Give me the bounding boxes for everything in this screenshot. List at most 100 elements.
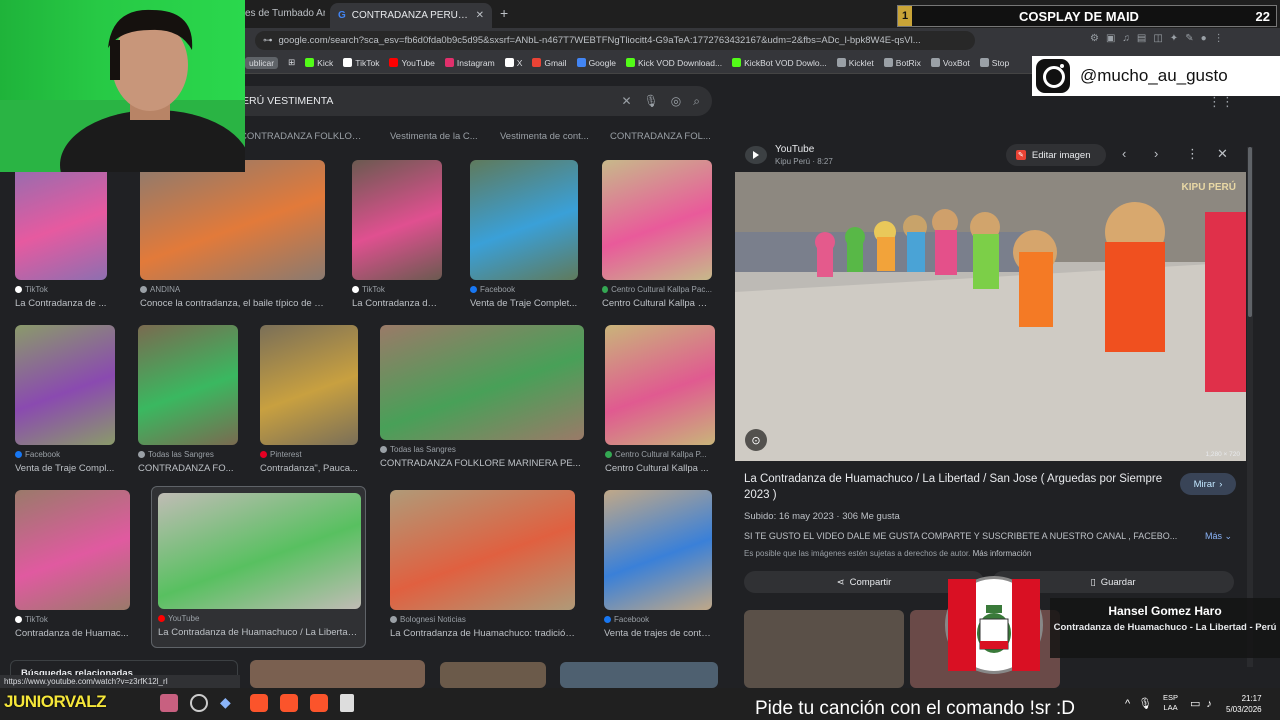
address-bar[interactable]: ⊶ google.com/search?sca_esv=fb6d0fda0b9c… — [255, 31, 975, 50]
result-card[interactable]: TikTok La Contradanza de ... — [15, 160, 107, 320]
result-thumbnail[interactable] — [15, 325, 115, 445]
clear-icon[interactable]: ✕ — [621, 94, 631, 108]
language-indicator[interactable]: ESP LAA — [1163, 693, 1178, 713]
bookmark-kicklet[interactable]: Kicklet — [836, 58, 874, 68]
result-card[interactable]: TikTok La Contradanza de Hua... — [352, 160, 442, 320]
preview-image[interactable]: KIPU PERÚ 1,280 × 720 ⊙ — [735, 172, 1246, 461]
result-title[interactable]: Venta de trajes de contra... — [604, 628, 712, 639]
result-card[interactable]: Facebook Venta de Traje Complet... — [470, 160, 578, 320]
preview-title[interactable]: La Contradanza de Huamachuco / La Libert… — [744, 471, 1164, 503]
result-title[interactable]: Conoce la contradanza, el baile típico d… — [140, 298, 325, 309]
bookmark-instagram[interactable]: Instagram — [444, 58, 495, 68]
close-tab-icon[interactable]: ✕ — [476, 10, 484, 21]
result-title[interactable]: La Contradanza de Huamachuco / La Libert… — [158, 627, 361, 638]
visit-button[interactable]: Mirar › — [1180, 473, 1236, 495]
result-card[interactable]: Pinterest Contradanza", Pauca... — [260, 325, 358, 485]
search-box[interactable]: ERÚ VESTIMENTA ✕ 🎙 ◎ ⌕ — [220, 86, 712, 116]
top-row-title-1[interactable]: CONTRADANZA FOLKLORE M... — [240, 131, 365, 142]
bookmark-kickbot[interactable]: KickBot VOD Dowlo... — [732, 58, 827, 68]
related-image-3[interactable] — [560, 662, 718, 688]
lens-icon[interactable]: ◎ — [671, 94, 681, 108]
result-title[interactable]: Venta de Traje Complet... — [470, 298, 578, 309]
result-thumbnail[interactable] — [602, 160, 712, 280]
result-title[interactable]: La Contradanza de ... — [15, 298, 107, 309]
related-image-2[interactable] — [440, 662, 546, 688]
tab-previous[interactable]: es de Tumbado Argen — [245, 8, 325, 19]
result-title[interactable]: La Contradanza de Huamachuco: tradición … — [390, 628, 575, 639]
mic-icon[interactable]: 🎙 — [644, 94, 659, 108]
bookmark-google[interactable]: Google — [576, 58, 616, 68]
brave-icon[interactable] — [310, 694, 328, 712]
top-row-title-3[interactable]: Vestimenta de cont... — [500, 131, 590, 142]
bookmark-x[interactable]: X — [504, 58, 522, 68]
result-title[interactable]: Contradanza de Huamac... — [15, 628, 130, 639]
apps-grid-icon[interactable]: ⋮⋮ — [1208, 94, 1234, 110]
related-preview-1[interactable] — [744, 610, 904, 688]
app-avatar-icon[interactable] — [160, 694, 178, 712]
more-options-icon[interactable]: ⋮ — [1186, 146, 1199, 162]
result-thumbnail[interactable] — [380, 325, 584, 440]
bookmark-kick-vod[interactable]: Kick VOD Download... — [625, 58, 722, 68]
related-image-1[interactable] — [250, 660, 425, 688]
app-diamond-icon[interactable]: ◆ — [220, 694, 238, 712]
tray-icons[interactable]: ^🎙 — [1125, 697, 1160, 710]
result-card[interactable]: Todas las Sangres CONTRADANZA FO... — [138, 325, 238, 485]
result-card[interactable]: YouTube La Contradanza de Huamachuco / La… — [151, 486, 366, 648]
result-title[interactable]: CONTRADANZA FOLKLORE MARINERA PE... — [380, 458, 584, 469]
panel-scrollbar[interactable] — [1247, 147, 1253, 667]
result-thumbnail[interactable] — [390, 490, 575, 610]
result-title[interactable]: CONTRADANZA FO... — [138, 463, 238, 474]
result-thumbnail[interactable] — [15, 160, 107, 280]
clock[interactable]: 21:17 5/03/2026 — [1226, 693, 1262, 715]
result-thumbnail[interactable] — [15, 490, 130, 610]
prev-icon[interactable]: ‹ — [1122, 146, 1126, 161]
network-volume-icons[interactable]: ▭♪ — [1190, 697, 1218, 710]
more-button[interactable]: Más ⌄ — [1205, 531, 1232, 542]
bookmark-publicar[interactable]: ublicar — [245, 56, 279, 69]
result-thumbnail[interactable] — [352, 160, 442, 280]
result-title[interactable]: Centro Cultural Kallpa ... — [605, 463, 715, 474]
bookmark-tiktok[interactable]: TikTok — [343, 58, 379, 68]
result-title[interactable]: La Contradanza de Hua... — [352, 298, 442, 309]
result-thumbnail[interactable] — [158, 493, 361, 609]
result-thumbnail[interactable] — [604, 490, 712, 610]
lens-icon[interactable]: ⊙ — [745, 429, 767, 451]
site-info-icon[interactable]: ⊶ — [263, 35, 273, 46]
bookmark-botrix[interactable]: BotRix — [883, 58, 921, 68]
result-title[interactable]: Contradanza", Pauca... — [260, 463, 358, 474]
edit-image-button[interactable]: ✎ Editar imagen — [1006, 144, 1106, 166]
close-icon[interactable]: ✕ — [1217, 146, 1228, 162]
bookmark-voxbot[interactable]: VoxBot — [930, 58, 970, 68]
result-card[interactable]: TikTok Contradanza de Huamac... — [15, 490, 130, 650]
brave-icon[interactable] — [280, 694, 298, 712]
search-icon[interactable]: ⌕ — [693, 94, 700, 109]
tab-active[interactable]: G CONTRADANZA PERÚ VESTIMEN ✕ — [330, 3, 492, 28]
result-card[interactable]: Todas las Sangres CONTRADANZA FOLKLORE MA… — [380, 325, 584, 480]
apps-icon[interactable]: ⊞ — [288, 57, 295, 68]
bookmark-youtube[interactable]: YouTube — [389, 58, 435, 68]
more-info-link[interactable]: Más información — [973, 549, 1032, 558]
result-card[interactable]: Facebook Venta de Traje Compl... — [15, 325, 115, 485]
brave-icon[interactable] — [250, 694, 268, 712]
obs-icon[interactable] — [190, 694, 208, 712]
result-card[interactable]: Centro Cultural Kallpa P... Centro Cultur… — [605, 325, 715, 485]
result-thumbnail[interactable] — [138, 325, 238, 445]
result-card[interactable]: Facebook Venta de trajes de contra... — [604, 490, 712, 650]
result-thumbnail[interactable] — [260, 325, 358, 445]
file-icon[interactable] — [340, 694, 354, 712]
result-thumbnail[interactable] — [140, 160, 325, 280]
result-card[interactable]: Bolognesi Noticias La Contradanza de Huam… — [390, 490, 575, 650]
extension-icons[interactable]: ⚙▣♫▤◫✦✎●⋮ — [1090, 33, 1231, 44]
preview-source[interactable]: YouTube — [775, 144, 814, 155]
result-title[interactable]: Venta de Traje Compl... — [15, 463, 115, 474]
result-thumbnail[interactable] — [605, 325, 715, 445]
top-row-title-4[interactable]: CONTRADANZA FOL... — [610, 131, 715, 142]
bookmark-gmail[interactable]: Gmail — [532, 58, 567, 68]
next-icon[interactable]: › — [1154, 146, 1158, 161]
new-tab-icon[interactable]: + — [500, 5, 508, 21]
top-row-title-2[interactable]: Vestimenta de la C... — [390, 131, 485, 142]
result-thumbnail[interactable] — [470, 160, 578, 280]
bookmark-stop[interactable]: Stop — [979, 58, 1009, 68]
bookmark-kick[interactable]: Kick — [305, 58, 333, 68]
result-card[interactable]: ANDINA Conoce la contradanza, el baile tí… — [140, 160, 325, 320]
